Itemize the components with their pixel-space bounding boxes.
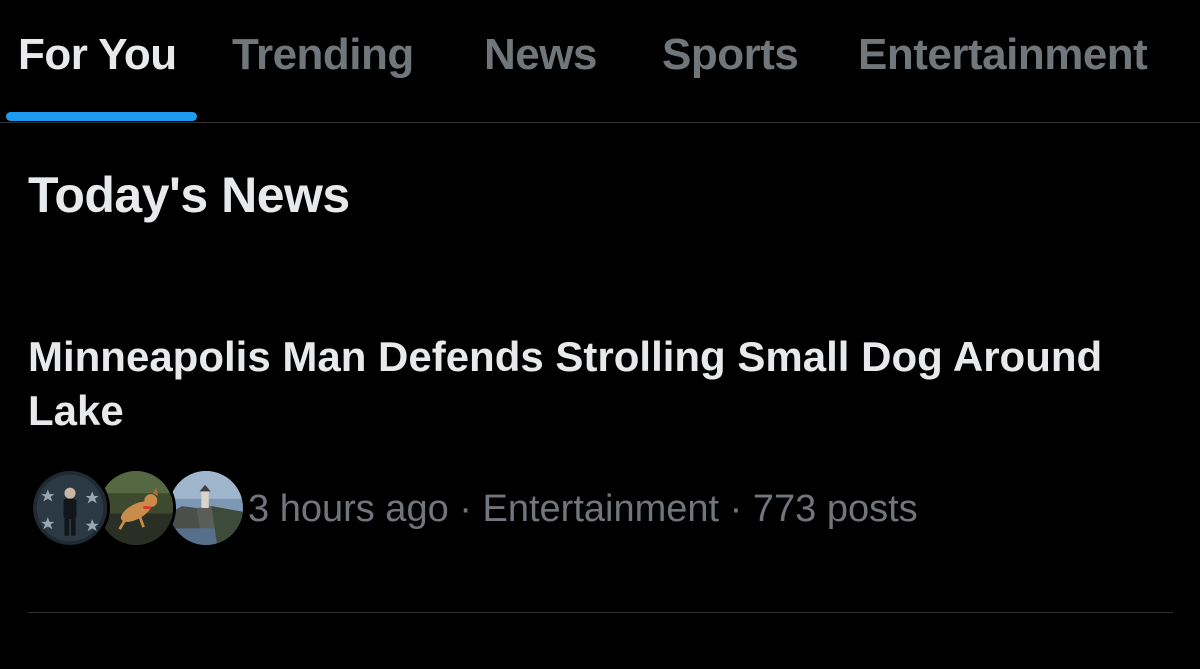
lighthouse-avatar	[166, 468, 246, 548]
active-tab-indicator	[6, 112, 197, 121]
story-meta: 3 hours ago · Entertainment · 773 posts	[248, 488, 918, 531]
tab-trending[interactable]: Trending	[232, 30, 414, 80]
story-category: Entertainment	[482, 488, 720, 530]
tab-for-you[interactable]: For You	[18, 30, 177, 80]
meta-separator: ·	[459, 488, 472, 530]
avatar-stack[interactable]	[30, 468, 246, 550]
meta-separator: ·	[729, 488, 743, 530]
story-post-count: 773 posts	[752, 488, 918, 530]
tab-entertainment[interactable]: Entertainment	[858, 30, 1148, 80]
person-with-stars-avatar	[30, 468, 110, 548]
news-headline[interactable]: Minneapolis Man Defends Strolling Small …	[28, 330, 1128, 438]
section-title: Today's News	[28, 167, 350, 223]
tab-news[interactable]: News	[484, 30, 597, 80]
tab-bar: For You Trending News Sports Entertainme…	[0, 0, 1200, 123]
tab-sports[interactable]: Sports	[662, 30, 799, 80]
story-time: 3 hours ago	[248, 488, 449, 530]
divider	[28, 612, 1173, 613]
